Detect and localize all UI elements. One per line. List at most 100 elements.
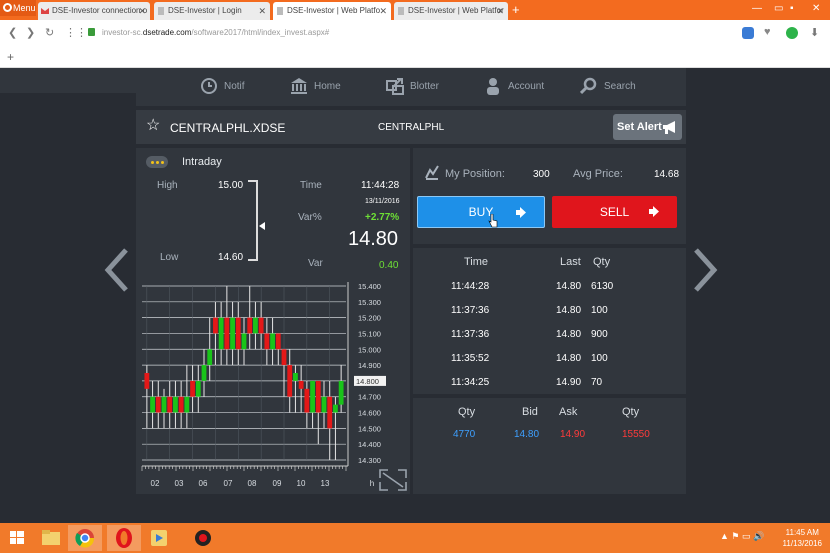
nav-blotter[interactable]: Blotter [386,76,439,98]
reload-icon[interactable]: ↻ [45,26,54,39]
intraday-menu-icon[interactable] [146,156,168,168]
var-value: 0.40 [379,260,399,271]
minimize-icon[interactable]: — [752,0,762,18]
windows-start-icon[interactable] [0,525,34,551]
menu-label: Menu [13,3,36,13]
system-tray-icons[interactable]: ▲ ⚑ ▭ 🔊 [720,531,764,542]
tab-connection[interactable]: DSE-Investor connection o ✕ [38,2,150,20]
set-alert-button[interactable]: Set Alert [613,114,682,140]
adblock-check-icon[interactable] [786,27,798,39]
new-tab-button[interactable]: + [512,2,520,18]
trade-time: 11:37:36 [451,329,490,340]
download-icon[interactable]: ⬇ [810,26,819,39]
forward-icon[interactable]: ❯ [26,26,35,39]
mouse-pointer-icon [488,214,498,228]
candle-body [264,333,270,350]
candle-body [327,396,333,429]
buy-button[interactable]: BUY [417,196,545,228]
candle-body [144,373,150,389]
candle-body [173,396,178,413]
add-bookmark-icon[interactable]: + [7,50,14,64]
trades-qty-header: Qty [593,256,611,268]
x-tick-label: 02 [151,479,160,488]
intraday-title: Intraday [182,156,222,168]
trading-app: Notif Home Blotter Account Search ☆ CENT… [0,68,830,523]
trade-last: 14.80 [556,329,582,340]
trade-qty: 100 [591,305,608,316]
candle-body [287,365,293,397]
recorder-app-icon[interactable] [186,525,220,551]
maximize-icon[interactable]: ▭ [774,0,783,18]
next-instrument-icon[interactable] [692,248,718,292]
tab-web-platform[interactable]: DSE-Investor | Web Platfor ✕ [394,2,508,20]
lock-icon [88,28,95,36]
trades-last-header: Last [560,256,581,268]
sell-button[interactable]: SELL [552,196,677,228]
trade-row: 11:37:36 14.80 100 [413,305,686,329]
y-tick-label: 14.400 [358,440,381,449]
page-icon [158,7,164,15]
opera-menu-button[interactable]: Menu [0,0,36,16]
nav-account[interactable]: Account [484,76,544,98]
candle-body [178,396,184,413]
candle-body [224,317,230,350]
expand-chart-icon[interactable] [379,469,407,491]
y-tick-label: 14.900 [358,361,381,370]
close-window-icon[interactable]: ✕ [812,0,820,18]
close-tab-icon[interactable]: ✕ [258,2,266,20]
bid-header: Bid [522,406,538,418]
close-tab-icon[interactable]: ✕ [138,2,146,20]
candle-body [213,317,218,334]
url-field[interactable]: investor-sc.dsetrade.com/software2017/ht… [102,28,329,37]
tab-login[interactable]: DSE-Investor | Login ✕ [154,2,270,20]
bid-qty-value[interactable]: 4770 [453,429,475,440]
window-menu-icon[interactable]: ▪ [790,0,794,18]
bid-value[interactable]: 14.80 [514,429,539,440]
back-icon[interactable]: ❮ [8,26,17,39]
speed-dial-icon[interactable]: ⋮⋮ [65,26,87,39]
last-price: 14.80 [348,228,399,250]
y-tick-label: 15.300 [358,298,381,307]
nav-search[interactable]: Search [580,76,636,98]
trade-time: 11:44:28 [451,281,490,292]
ask-value[interactable]: 14.90 [560,429,585,440]
windows-taskbar: ▲ ⚑ ▭ 🔊 11:45 AM 11/13/2016 [0,523,830,553]
high-label: High [157,180,178,191]
media-player-icon[interactable] [142,525,176,551]
chrome-icon[interactable] [68,525,102,551]
instrument-name: CENTRALPHL [378,122,445,133]
tab-web-platform-active[interactable]: DSE-Investor | Web Platfo ✕ [273,2,391,20]
heart-icon[interactable]: ♥ [764,26,771,38]
system-clock[interactable]: 11:45 AM 11/13/2016 [783,527,822,549]
opera-icon[interactable] [107,525,141,551]
trade-qty: 70 [591,377,603,388]
nav-home[interactable]: Home [290,76,341,98]
tab-title: DSE-Investor | Login [168,6,242,15]
close-tab-icon[interactable]: ✕ [379,2,387,20]
x-tick-label: 13 [321,479,330,488]
current-price-label: 14.800 [356,377,379,386]
x-tick-label: 07 [224,479,233,488]
trade-qty: 900 [591,329,608,340]
vpn-badge-icon[interactable] [742,27,754,39]
previous-instrument-icon[interactable] [104,248,130,292]
ask-header: Ask [559,406,578,418]
arrow-right-icon [649,206,659,217]
y-tick-label: 15.400 [358,282,381,291]
candle-body [230,317,235,350]
favorite-star-icon[interactable]: ☆ [146,118,160,134]
y-tick-label: 14.300 [358,456,381,465]
url-path: /software2017/html/index_invest.aspx# [191,28,330,37]
close-tab-icon[interactable]: ✕ [496,2,504,20]
nav-notif[interactable]: Notif [200,76,245,98]
intraday-candlestick-chart[interactable]: 15.400 15.300 15.200 15.100 15.000 14.900 14.8… [136,278,410,494]
candle-body [161,396,167,413]
nav-label: Blotter [410,81,439,92]
candle-body [315,380,321,413]
file-explorer-icon[interactable] [34,525,68,551]
ask-qty-value[interactable]: 15550 [622,429,650,440]
trade-qty: 100 [591,353,608,364]
sell-label: SELL [599,205,630,219]
candle-body [310,380,315,413]
x-tick-label: 03 [175,479,184,488]
